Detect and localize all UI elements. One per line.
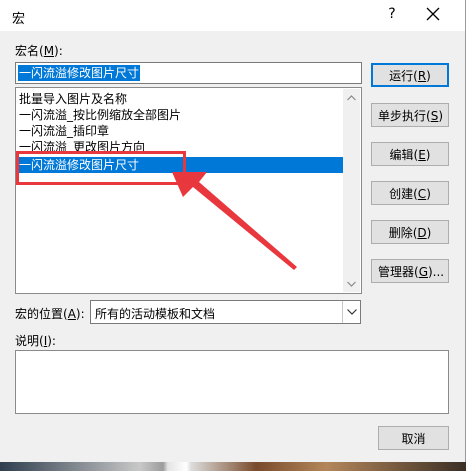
macro-dialog: 宏 ? 宏名(M): 一闪流溢修改图片尺寸 批量导入图片及名称 一闪流溢_按比例… — [0, 0, 466, 462]
chevron-down-icon — [346, 309, 357, 315]
list-item[interactable]: 一闪流溢_插印章 — [18, 123, 109, 139]
step-into-button[interactable]: 单步执行(S) — [371, 103, 449, 127]
macro-location-select[interactable]: 所有的活动模板和文档 — [90, 300, 361, 324]
chevron-down-icon — [347, 281, 356, 287]
create-button[interactable]: 创建(C) — [371, 181, 449, 205]
close-icon — [426, 7, 440, 21]
background-photo-bottom — [0, 462, 466, 471]
list-item[interactable]: 一闪流溢_按比例缩放全部图片 — [18, 107, 181, 123]
dialog-title: 宏 — [12, 12, 26, 27]
macro-name-input[interactable]: 一闪流溢修改图片尺寸 — [15, 62, 362, 84]
macro-list[interactable]: 批量导入图片及名称 一闪流溢_按比例缩放全部图片 一闪流溢_插印章 一闪流溢_更… — [15, 87, 362, 294]
description-field[interactable] — [15, 350, 449, 414]
scroll-down-button[interactable] — [343, 275, 360, 292]
description-label: 说明(I): — [15, 334, 56, 348]
title-bar: 宏 ? — [0, 0, 465, 31]
close-button[interactable] — [426, 4, 442, 24]
list-scrollbar[interactable] — [343, 89, 360, 292]
cancel-button[interactable]: 取消 — [378, 426, 449, 450]
help-button[interactable]: ? — [386, 6, 398, 22]
macro-name-label: 宏名(M): — [15, 44, 63, 58]
dropdown-button[interactable] — [342, 301, 360, 323]
run-button[interactable]: 运行(R) — [371, 63, 449, 87]
scroll-up-button[interactable] — [343, 89, 360, 106]
macro-location-value: 所有的活动模板和文档 — [95, 307, 216, 321]
edit-button[interactable]: 编辑(E) — [371, 142, 449, 166]
list-item[interactable]: 批量导入图片及名称 — [18, 91, 127, 107]
list-item[interactable]: 一闪流溢_更改图片方向 — [18, 139, 145, 155]
macro-name-value: 一闪流溢修改图片尺寸 — [18, 65, 141, 81]
delete-button[interactable]: 删除(D) — [371, 220, 449, 244]
macro-location-label: 宏的位置(A): — [15, 307, 85, 321]
organizer-button[interactable]: 管理器(G)... — [371, 259, 449, 283]
list-item-selected[interactable]: 一闪流溢修改图片尺寸 — [18, 157, 343, 173]
chevron-up-icon — [347, 94, 356, 100]
